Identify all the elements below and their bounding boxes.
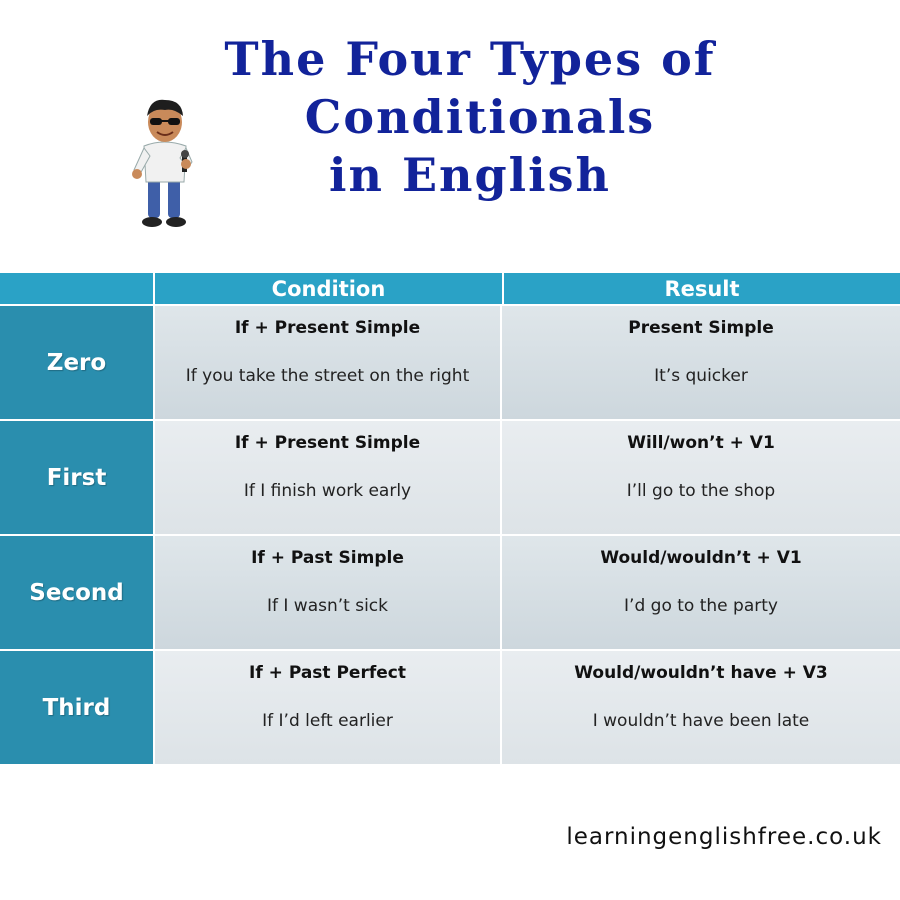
result-cell: Will/won’t + V1 I’ll go to the shop [502, 421, 900, 534]
condition-example: If I’d left earlier [262, 711, 393, 731]
header-blank-cell [0, 273, 155, 304]
result-cell: Would/wouldn’t + V1 I’d go to the party [502, 536, 900, 649]
title-line-1: The Four Types of [224, 32, 716, 86]
result-cell: Would/wouldn’t have + V3 I wouldn’t have… [502, 651, 900, 764]
result-example: I’d go to the party [624, 596, 778, 616]
table-row-zero: Zero If + Present Simple If you take the… [0, 306, 900, 421]
condition-example: If I finish work early [243, 481, 412, 501]
condition-example: If you take the street on the right [185, 366, 470, 386]
result-cell: Present Simple It’s quicker [502, 306, 900, 419]
condition-example: If I wasn’t sick [266, 596, 389, 616]
cartoon-man-icon [132, 99, 193, 227]
header-result: Result [664, 276, 740, 301]
row-label: Third [0, 651, 155, 764]
condition-formula: If + Past Perfect [249, 663, 406, 683]
condition-cell: If + Present Simple If I finish work ear… [155, 421, 502, 534]
table-row-second: Second If + Past Simple If I wasn’t sick… [0, 536, 900, 651]
condition-formula: If + Present Simple [234, 433, 421, 453]
result-formula: Present Simple [628, 318, 774, 338]
website-url: learningenglishfree.co.uk [566, 824, 882, 850]
condition-formula: If + Past Simple [251, 548, 404, 568]
result-example: It’s quicker [654, 366, 748, 386]
condition-cell: If + Past Simple If I wasn’t sick [155, 536, 502, 649]
row-label: Second [0, 536, 155, 649]
result-formula: Would/wouldn’t + V1 [600, 548, 802, 568]
result-example: I wouldn’t have been late [592, 711, 810, 731]
row-label: First [0, 421, 155, 534]
header-condition: Condition [155, 273, 504, 304]
row-label: Zero [0, 306, 155, 419]
table-row-first: First If + Present Simple If I finish wo… [0, 421, 900, 536]
table-row-third: Third If + Past Perfect If I’d left earl… [0, 651, 900, 766]
result-formula: Will/won’t + V1 [627, 433, 775, 453]
condition-formula: If + Present Simple [234, 318, 421, 338]
result-example: I’ll go to the shop [626, 481, 776, 501]
condition-cell: If + Past Perfect If I’d left earlier [155, 651, 502, 764]
result-formula: Would/wouldn’t have + V3 [574, 663, 828, 683]
table-header-row: Condition Result [0, 273, 900, 306]
conditionals-table: Condition Result Zero If + Present Simpl… [0, 273, 900, 766]
condition-cell: If + Present Simple If you take the stre… [155, 306, 502, 419]
